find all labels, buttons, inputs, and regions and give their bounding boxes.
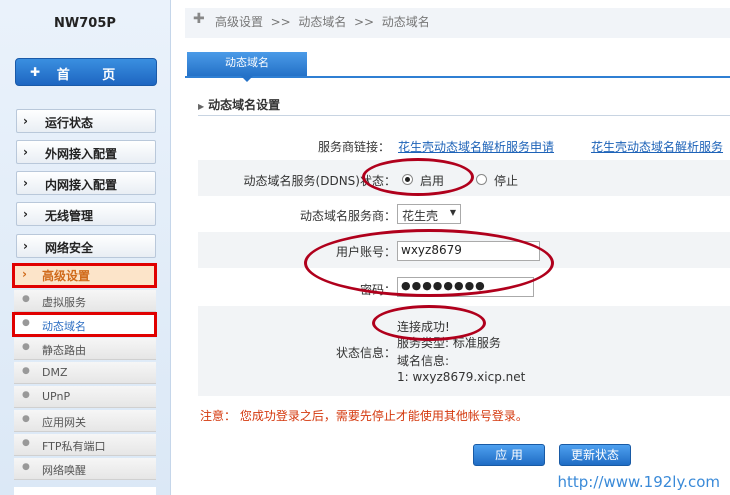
menu-item-wan-config[interactable]: › 外网接入配置 xyxy=(16,140,156,164)
chevron-right-icon: › xyxy=(23,207,28,221)
submenu-item-upnp[interactable]: ● UPnP xyxy=(14,386,156,408)
chevron-right-icon: › xyxy=(23,114,28,128)
menu-item-wireless[interactable]: › 无线管理 xyxy=(16,202,156,226)
annotation-ellipse-status xyxy=(372,305,486,341)
model-name: NW705P xyxy=(54,16,116,31)
chevron-right-icon: › xyxy=(23,145,28,159)
breadcrumb-text: 高级设置 >> 动态域名 >> 动态域名 xyxy=(215,15,430,29)
submenu-item-label: 网络唤醒 xyxy=(42,464,86,477)
bullet-icon: ● xyxy=(22,342,30,352)
home-label: 首 页 xyxy=(56,68,130,83)
annotation-ellipse-ddns xyxy=(362,158,474,196)
watermark: http://www.192ly.com xyxy=(557,473,721,491)
ddns-disable-label: 停止 xyxy=(494,174,519,188)
submenu-item-label: 虚拟服务 xyxy=(42,296,86,309)
breadcrumb: ✚ 高级设置 >> 动态域名 >> 动态域名 xyxy=(185,8,730,38)
provider-select-value: 花生壳 xyxy=(402,209,439,223)
chevron-right-icon: › xyxy=(23,239,28,253)
sidebar: NW705P ✚ 首 页 › 运行状态 › 外网接入配置 › 内网接入配置 › … xyxy=(0,0,171,495)
provider-link-service[interactable]: 花生壳动态域名解析服务 xyxy=(591,138,723,155)
submenu-item-label: 静态路由 xyxy=(42,344,86,357)
menu-item-label: 无线管理 xyxy=(45,209,94,223)
section-title: ▶ 动态域名设置 xyxy=(198,96,280,113)
status-line-3: 域名信息: xyxy=(397,354,450,368)
menu-item-label: 网络安全 xyxy=(45,241,94,255)
ddns-disable-radio[interactable] xyxy=(476,174,487,185)
highlight-box-ddns xyxy=(12,312,157,337)
submenu-item-app-gateway[interactable]: ● 应用网关 xyxy=(14,410,156,432)
apply-button[interactable]: 应 用 xyxy=(473,444,545,466)
tab-bar: 动态域名 xyxy=(185,52,730,82)
chevron-right-icon: › xyxy=(23,176,28,190)
annotation-ellipse-account xyxy=(304,229,554,297)
bullet-icon: ● xyxy=(22,366,30,376)
provider-select[interactable]: 花生壳 ▼ xyxy=(397,204,461,224)
bullet-icon: ● xyxy=(22,438,30,448)
status-line-4: 1: wxyz8679.xicp.net xyxy=(397,370,526,384)
provider-link-label: 服务商链接： xyxy=(317,140,390,154)
plus-icon: ✚ xyxy=(193,11,205,27)
submenu-item-virtual-server[interactable]: ● 虚拟服务 xyxy=(14,290,156,312)
provider-link-apply[interactable]: 花生壳动态域名解析服务申请 xyxy=(398,138,554,155)
status-label: 状态信息： xyxy=(335,346,396,360)
menu-item-lan-config[interactable]: › 内网接入配置 xyxy=(16,171,156,195)
submenu-item-static-route[interactable]: ● 静态路由 xyxy=(14,338,156,360)
triangle-right-icon: ▶ xyxy=(198,102,205,111)
divider xyxy=(198,115,730,116)
submenu-item-label: FTP私有端口 xyxy=(42,440,106,453)
menu-item-label: 内网接入配置 xyxy=(45,178,118,192)
caret-down-icon: ▼ xyxy=(449,208,456,217)
submenu-item-label: 应用网关 xyxy=(42,416,86,429)
bullet-icon: ● xyxy=(22,414,30,424)
bullet-icon: ● xyxy=(22,462,30,472)
provider-label: 动态域名服务商： xyxy=(299,209,396,223)
sidebar-bottom-item xyxy=(14,487,156,495)
submenu-item-label: UPnP xyxy=(42,390,71,403)
submenu-item-wake-on-lan[interactable]: ● 网络唤醒 xyxy=(14,458,156,480)
section-title-text: 动态域名设置 xyxy=(208,98,281,112)
highlight-box-advanced xyxy=(12,263,157,288)
home-button[interactable]: ✚ 首 页 xyxy=(15,58,157,86)
refresh-status-button[interactable]: 更新状态 xyxy=(559,444,631,466)
bullet-icon: ● xyxy=(22,294,30,304)
warning-note: 注意： 您成功登录之后，需要先停止才能使用其他帐号登录。 xyxy=(200,409,528,423)
submenu-item-ftp-port[interactable]: ● FTP私有端口 xyxy=(14,434,156,456)
menu-item-label: 外网接入配置 xyxy=(45,147,118,161)
menu-item-security[interactable]: › 网络安全 xyxy=(16,234,156,258)
menu-item-label: 运行状态 xyxy=(45,116,94,130)
submenu-item-dmz[interactable]: ● DMZ xyxy=(14,362,156,384)
tab-ddns[interactable]: 动态域名 xyxy=(187,52,307,82)
submenu-item-label: DMZ xyxy=(42,366,68,379)
menu-item-run-status[interactable]: › 运行状态 xyxy=(16,109,156,133)
bullet-icon: ● xyxy=(22,390,30,400)
